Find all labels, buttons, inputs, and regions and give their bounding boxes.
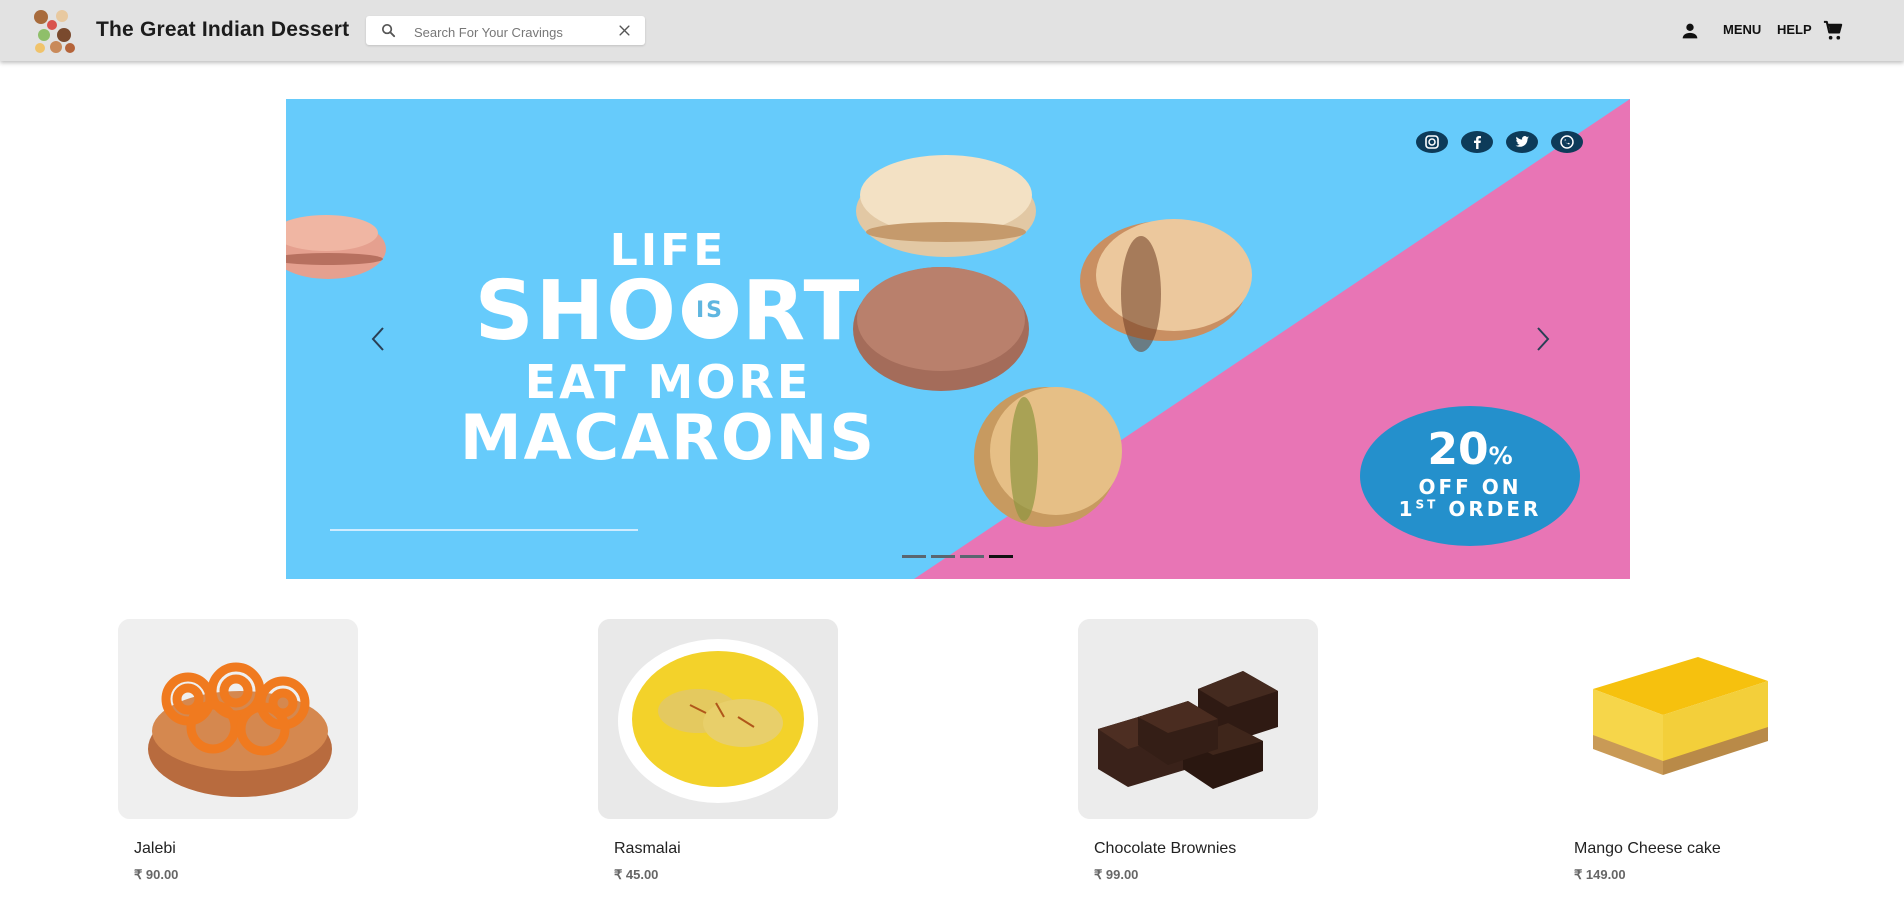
top-app-bar: The Great Indian Dessert MENU HELP (0, 0, 1904, 61)
logo-icon[interactable] (30, 7, 78, 55)
product-card[interactable]: Mango Cheese cake ₹ 149.00 (1558, 619, 1858, 882)
headline-line-4: MACARONS (459, 401, 877, 474)
headline-line-2: SHO IS RT (448, 271, 888, 353)
offer-badge: 20% OFF ON 1ST ORDER (1360, 406, 1580, 546)
product-card[interactable]: Jalebi ₹ 90.00 (118, 619, 418, 882)
hero-carousel[interactable]: LIFE SHO IS RT EAT MORE MACARONS 20% OFF O… (286, 99, 1630, 579)
product-name[interactable]: Mango Cheese cake (1574, 840, 1721, 858)
offer-percent-sign: % (1488, 442, 1513, 470)
carousel-indicator-1[interactable] (902, 555, 926, 558)
product-price: ₹ 149.00 (1574, 867, 1626, 882)
carousel-prev-chevron-icon[interactable] (366, 324, 390, 354)
carousel-indicator-2[interactable] (931, 555, 955, 558)
offer-ordinal-number: 1 (1398, 497, 1416, 521)
product-price: ₹ 99.00 (1094, 867, 1139, 882)
offer-line-2: OFF ON (1418, 475, 1522, 499)
close-icon[interactable] (617, 23, 632, 38)
offer-line-3: 1ST ORDER (1360, 498, 1580, 520)
offer-ordinal-suffix: ST (1415, 497, 1439, 512)
product-image-chocolate-brownies[interactable] (1078, 619, 1318, 819)
headline-short-start: SHO (474, 264, 678, 359)
headline-is-badge: IS (682, 282, 738, 339)
menu-link[interactable]: MENU (1723, 22, 1761, 37)
product-image-mango-cheese-cake[interactable] (1558, 619, 1798, 819)
twitter-icon[interactable] (1506, 131, 1538, 153)
carousel-indicator-3[interactable] (960, 555, 984, 558)
product-name[interactable]: Rasmalai (614, 840, 681, 858)
whatsapp-icon[interactable] (1551, 131, 1583, 153)
offer-percent-value: 20 (1427, 424, 1489, 475)
offer-percent: 20% (1360, 428, 1580, 472)
user-icon[interactable] (1679, 20, 1701, 42)
social-links (1416, 131, 1583, 153)
headline-line-3: EAT MORE (524, 355, 812, 409)
product-card[interactable]: Chocolate Brownies ₹ 99.00 (1078, 619, 1378, 882)
instagram-icon[interactable] (1416, 131, 1448, 153)
offer-order-word: ORDER (1448, 497, 1542, 521)
carousel-next-chevron-icon[interactable] (1531, 324, 1555, 354)
cart-icon[interactable] (1822, 19, 1845, 42)
carousel-indicators (902, 555, 1013, 558)
help-link[interactable]: HELP (1777, 22, 1812, 37)
product-name[interactable]: Jalebi (134, 840, 176, 858)
carousel-indicator-4[interactable] (989, 555, 1013, 558)
brand-title[interactable]: The Great Indian Dessert (96, 18, 349, 42)
product-image-jalebi[interactable] (118, 619, 358, 819)
product-name[interactable]: Chocolate Brownies (1094, 840, 1236, 858)
facebook-icon[interactable] (1461, 131, 1493, 153)
carousel-progress-bar (330, 529, 638, 531)
search-input[interactable] (412, 21, 606, 43)
banner-headline: LIFE SHO IS RT EAT MORE MACARONS (448, 229, 888, 469)
search-bar[interactable] (366, 16, 645, 45)
search-icon (381, 23, 396, 38)
product-price: ₹ 45.00 (614, 867, 659, 882)
product-image-rasmalai[interactable] (598, 619, 838, 819)
product-price: ₹ 90.00 (134, 867, 179, 882)
product-card[interactable]: Rasmalai ₹ 45.00 (598, 619, 898, 882)
headline-short-end: RT (742, 264, 862, 359)
